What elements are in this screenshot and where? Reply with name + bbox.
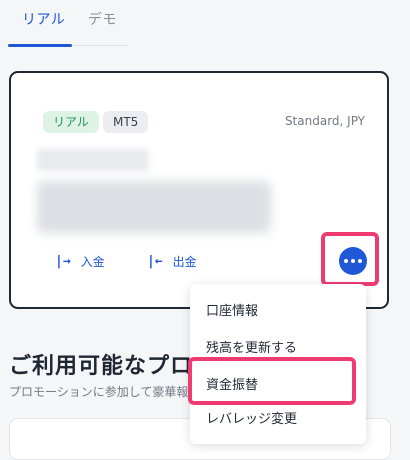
menu-item-refresh-balance[interactable]: 残高を更新する (206, 337, 297, 356)
deposit-icon: |→ (55, 253, 71, 269)
balance-redacted (37, 181, 271, 233)
real-badge: リアル (43, 111, 99, 133)
withdraw-icon: |← (147, 253, 163, 269)
deposit-button[interactable]: |→ 入金 (55, 251, 105, 271)
active-tab-indicator (8, 44, 72, 47)
menu-item-change-leverage[interactable]: レバレッジ変更 (206, 408, 297, 427)
account-type: Standard, JPY (284, 114, 365, 128)
fund-transfer-highlight (188, 357, 356, 405)
more-button-highlight (321, 232, 379, 286)
withdraw-label: 出金 (172, 254, 197, 269)
deposit-label: 入金 (80, 254, 105, 269)
account-tabs: リアル デモ (0, 0, 130, 48)
withdraw-button[interactable]: |← 出金 (147, 251, 197, 271)
account-number-redacted (37, 149, 149, 171)
platform-badge: MT5 (103, 111, 149, 133)
tab-demo[interactable]: デモ (88, 9, 117, 29)
tab-real[interactable]: リアル (22, 9, 65, 29)
menu-item-account-info[interactable]: 口座情報 (206, 300, 258, 319)
